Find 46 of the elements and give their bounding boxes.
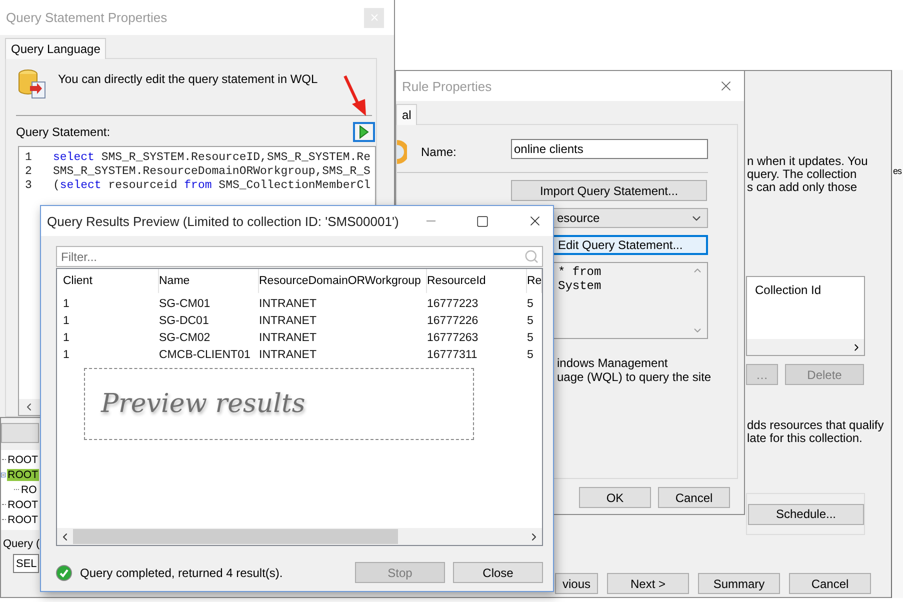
table-cell-text: 1 <box>63 330 70 346</box>
table-cell-text: SG-CM01 <box>159 296 212 312</box>
table-cell-text: CMCB-CLIENT01 <box>159 348 252 362</box>
table-cell-text: 1 <box>63 296 70 312</box>
description-text: n when it updates. You <box>747 155 869 168</box>
line-number: 3 <box>24 178 33 192</box>
line-number: 1 <box>24 150 33 164</box>
table-cell-text: 16777226 <box>427 314 480 328</box>
side-text: es <box>893 166 902 176</box>
table-cell-text: 1 <box>63 348 70 362</box>
window-title: Query Results Preview (Limited to collection ID: 'SMS00001') <box>47 214 399 228</box>
query-label: Query ( <box>2 538 39 550</box>
table-cell-text: INTRANET <box>259 314 318 328</box>
table-cell-text: INTRANET <box>259 330 318 346</box>
table-cell-text: 16777311 <box>427 348 478 362</box>
code-line: (select resourceid from SMS_CollectionMemberCl <box>53 178 370 192</box>
description-text: indows Management <box>557 356 669 370</box>
status-text: Query completed, returned 4 result(s). <box>80 566 284 580</box>
description-text: uage (WQL) to query the site <box>557 370 708 384</box>
window-title: Rule Properties <box>402 78 492 94</box>
table-cell-text: 5 <box>527 348 534 362</box>
table-cell-text: 5 <box>527 314 534 328</box>
statement-label: Query Statement: <box>16 125 110 139</box>
table-cell-text: INTRANET <box>259 348 318 362</box>
description-text: dds resources that qualify <box>747 419 885 432</box>
table-cell-text: SG-DC01 <box>159 314 210 328</box>
table-cell-text: INTRANET <box>259 296 318 312</box>
code-line: select SMS_R_SYSTEM.ResourceID,SMS_R_SYSTEM.Re <box>53 150 370 164</box>
description-text: query. The collection <box>747 168 858 181</box>
table-cell-text: SG-CM02 <box>159 330 212 346</box>
table-cell-text: 5 <box>527 330 534 346</box>
description-text: late for this collection. <box>747 432 862 445</box>
name-label: Name: <box>421 145 456 159</box>
table-cell-text: 16777223 <box>427 296 480 312</box>
window-title: Query Statement Properties <box>6 10 168 25</box>
query-text: * from <box>558 265 602 279</box>
intro-text: You can directly edit the query statement in WQL <box>58 72 318 86</box>
table-cell-text: 16777263 <box>427 330 480 346</box>
line-number: 2 <box>24 164 33 178</box>
query-text: System <box>558 279 602 293</box>
code-line: SMS_R_SYSTEM.ResourceDomainORWorkgroup,SMS_R_S <box>53 164 370 178</box>
annotation-text: Preview results <box>101 389 306 419</box>
column-header: Collection Id <box>754 282 822 297</box>
table-cell-text: 1 <box>63 314 70 328</box>
table-cell-text: 5 <box>527 296 534 312</box>
description-text: s can add only those <box>747 181 858 194</box>
